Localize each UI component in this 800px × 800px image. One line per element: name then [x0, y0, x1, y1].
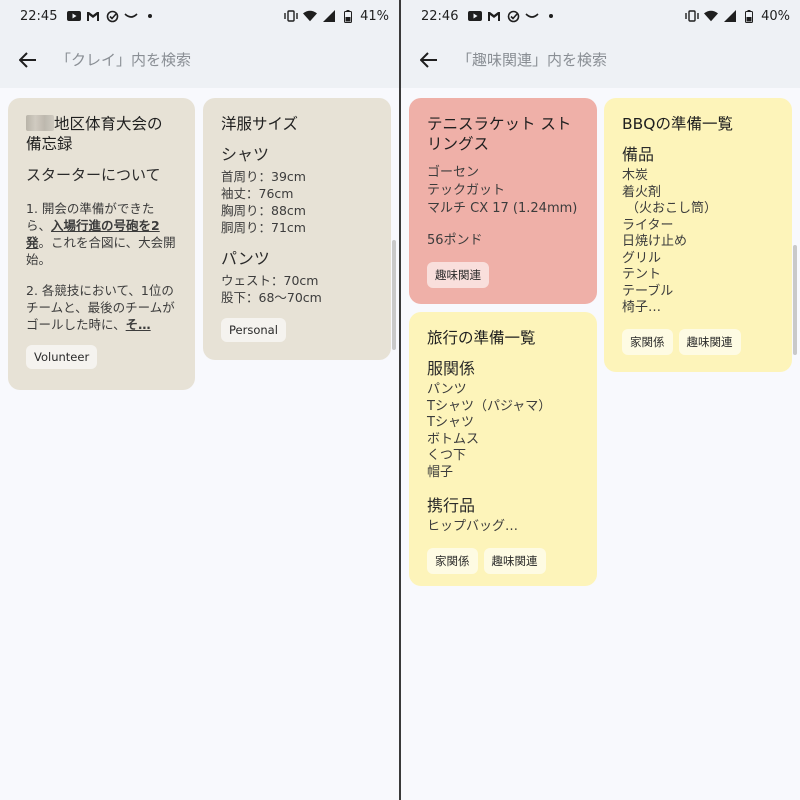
youtube-icon — [67, 9, 82, 23]
note-title: テニスラケット ストリングス — [427, 115, 572, 153]
left-screen: 22:45 41% 地区体育大会の備忘録 スターターについて 1. 開会の準備が… — [0, 0, 399, 800]
search-input[interactable] — [56, 51, 356, 69]
back-button[interactable] — [0, 32, 56, 88]
smile-icon — [124, 9, 139, 23]
label-chip[interactable]: 家関係 — [427, 547, 478, 574]
vibrate-icon — [685, 9, 699, 23]
signal-icon — [322, 9, 336, 23]
note-body: 服関係 パンツ Tシャツ（パジャマ） Tシャツ ボトムス くつ下 帽子 携行品 … — [427, 359, 552, 534]
redacted-text — [26, 115, 54, 131]
youtube-icon — [468, 9, 483, 23]
battery-percent: 41% — [360, 8, 389, 24]
right-screen: 22:46 40% テニスラケット ストリングス ゴーセン テックガット マルチ… — [401, 0, 800, 800]
battery-icon — [341, 9, 355, 23]
label-chip[interactable]: 家関係 — [622, 328, 673, 355]
note-card[interactable]: 地区体育大会の備忘録 スターターについて 1. 開会の準備ができたら、入場行進の… — [8, 98, 195, 390]
label-chip[interactable]: 趣味関連 — [483, 547, 546, 574]
note-card[interactable]: テニスラケット ストリングス ゴーセン テックガット マルチ CX 17 (1.… — [409, 98, 597, 304]
note-title: 地区体育大会の備忘録 — [26, 115, 163, 153]
wifi-icon — [303, 9, 318, 23]
scrollbar[interactable] — [793, 245, 797, 355]
back-arrow-icon — [420, 52, 437, 68]
smile-icon — [525, 9, 540, 23]
dot-icon — [544, 9, 558, 23]
back-arrow-icon — [19, 52, 36, 68]
status-time: 22:45 — [20, 8, 58, 24]
note-title: 洋服サイズ — [221, 115, 299, 133]
note-title: BBQの準備一覧 — [622, 115, 733, 133]
note-card[interactable]: 旅行の準備一覧 服関係 パンツ Tシャツ（パジャマ） Tシャツ ボトムス くつ下… — [409, 312, 597, 586]
battery-icon — [742, 9, 756, 23]
note-body: ゴーセン テックガット マルチ CX 17 (1.24mm) 56ポンド — [427, 165, 578, 248]
dot-icon — [143, 9, 157, 23]
note-card[interactable]: 洋服サイズ シャツ 首周り：39cm 袖丈：76cm 胸周り：88cm 胴周り：… — [203, 98, 391, 360]
search-bar — [401, 32, 800, 88]
signal-icon — [723, 9, 737, 23]
note-subtitle: スターターについて — [26, 166, 161, 184]
check-circle-icon — [105, 9, 119, 23]
note-title: 旅行の準備一覧 — [427, 329, 536, 347]
note-body: シャツ 首周り：39cm 袖丈：76cm 胸周り：88cm 胴周り：71cm パ… — [221, 145, 322, 305]
vibrate-icon — [284, 9, 298, 23]
gmail-icon — [487, 9, 501, 23]
search-bar — [0, 32, 399, 88]
status-bar: 22:46 40% — [401, 0, 800, 32]
label-chip[interactable]: Volunteer — [26, 345, 98, 369]
note-body: 1. 開会の準備ができたら、入場行進の号砲を2発。これを合図に、大会開始。 2.… — [26, 201, 176, 332]
check-circle-icon — [506, 9, 520, 23]
label-chip[interactable]: Personal — [221, 318, 286, 342]
scrollbar[interactable] — [392, 240, 396, 350]
wifi-icon — [704, 9, 719, 23]
back-button[interactable] — [401, 32, 457, 88]
status-time: 22:46 — [421, 8, 459, 24]
label-chip[interactable]: 趣味関連 — [427, 262, 489, 288]
status-bar: 22:45 41% — [0, 0, 399, 32]
search-input[interactable] — [457, 51, 757, 69]
note-body: 備品 木炭 着火剤 （火おこし筒） ライター 日焼け止め グリル テント テーブ… — [622, 145, 718, 315]
battery-percent: 40% — [761, 8, 790, 24]
label-chip[interactable]: 趣味関連 — [678, 328, 741, 355]
gmail-icon — [86, 9, 100, 23]
note-card[interactable]: BBQの準備一覧 備品 木炭 着火剤 （火おこし筒） ライター 日焼け止め グリ… — [604, 98, 792, 372]
